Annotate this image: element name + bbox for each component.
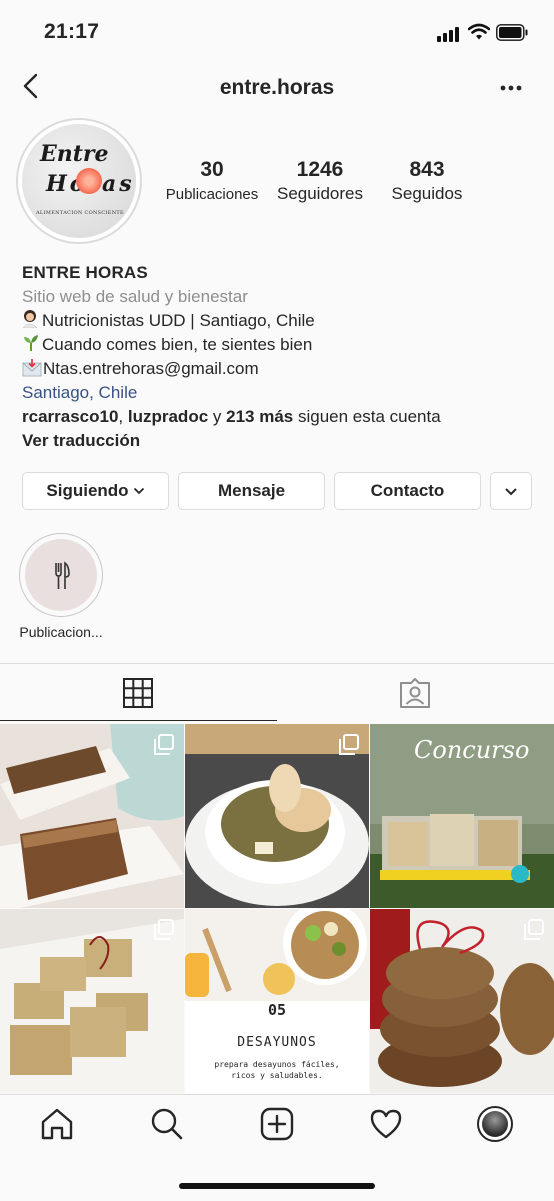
wifi-icon [468,23,490,40]
followers-and: y [208,407,227,426]
avatar-tagline: ALIMENTACION CONSCIENTE [35,210,125,216]
envelope-icon [22,359,42,377]
message-button[interactable]: Mensaje [178,472,325,510]
fork-knife-icon [55,561,70,589]
post-caption: prepara desayunos fáciles, ricos y salud… [214,1060,340,1080]
seedling-icon [24,335,38,351]
multi-photo-icon [154,919,174,940]
add-post-icon[interactable] [260,1107,294,1141]
grid-icon[interactable] [122,677,154,709]
more-icon[interactable] [499,78,523,98]
bio-line-3: Ntas.entrehoras@gmail.com [22,357,259,381]
contact-button[interactable]: Contacto [334,472,481,510]
post-image: Concurso [370,724,554,908]
grapefruit-image [76,168,102,194]
multi-photo-icon [524,919,544,940]
post-tile[interactable]: 05 DESAYUNOS prepara desayunos fáciles, … [185,909,369,1093]
stat-followers[interactable]: 1246 Seguidores [268,158,372,204]
bio-line-2: Cuando comes bien, te sientes bien [22,333,312,357]
story-highlight-label: Publicacion... [19,624,103,640]
woman-health-worker-icon [22,310,38,328]
post-title: DESAYUNOS [237,1035,317,1050]
followers-suffix: siguen esta cuenta [293,407,441,426]
post-tile[interactable] [185,724,369,908]
post-overlay-text: Concurso [414,736,529,764]
bio-line-1-text: Nutricionistas UDD | Santiago, Chile [42,311,315,330]
post-tile[interactable]: Concurso [370,724,554,908]
following-button-label: Siguiendo [46,481,129,500]
tagged-icon[interactable] [398,677,432,709]
see-translation-link[interactable]: Ver traducción [22,429,140,453]
followers-separator: , [118,407,128,426]
followers-more[interactable]: 213 más [226,407,293,426]
story-highlight-cover[interactable] [25,539,97,611]
following-button[interactable]: Siguiendo [22,472,169,510]
profile-name: ENTRE HORAS [22,263,148,282]
post-tile[interactable] [0,724,184,908]
chevron-down-icon [133,487,144,495]
stat-following-label: Seguidos [391,184,463,203]
followed-by-text[interactable]: rcarrasco10, luzpradoc y 213 más siguen … [22,405,441,429]
bio-email[interactable]: Ntas.entrehoras@gmail.com [43,359,259,378]
profile-tab-avatar[interactable] [477,1106,513,1142]
profile-category: Sitio web de salud y bienestar [22,287,248,306]
bio-line-1: Nutricionistas UDD | Santiago, Chile [22,309,315,333]
active-tab-indicator [0,720,277,721]
follower-user-1[interactable]: rcarrasco10 [22,407,118,426]
status-time: 21:17 [44,20,100,43]
home-icon[interactable] [40,1107,74,1141]
follower-user-2[interactable]: luzpradoc [128,407,208,426]
stat-posts-label: Publicaciones [165,186,259,203]
stat-posts[interactable]: 30 Publicaciones [160,158,264,203]
stat-posts-value: 30 [200,158,224,181]
message-button-label: Mensaje [217,481,286,500]
post-tile[interactable] [0,909,184,1093]
stat-followers-label: Seguidores [276,184,363,203]
contact-button-label: Contacto [370,481,445,500]
heart-icon[interactable] [369,1108,403,1140]
chevron-down-icon [505,487,517,495]
multi-photo-icon [339,734,359,755]
tabs-top-divider [0,663,554,664]
profile-icon [482,1111,508,1137]
multi-photo-icon [154,734,174,755]
avatar[interactable]: Entre Horas ALIMENTACION CONSCIENTE [22,124,136,238]
suggested-accounts-button[interactable] [490,472,532,510]
stat-following-value: 843 [409,158,445,181]
post-tile[interactable] [370,909,554,1093]
stat-followers-value: 1246 [296,158,344,181]
bio-line-2-text: Cuando comes bien, te sientes bien [42,335,313,354]
search-icon[interactable] [150,1107,184,1141]
post-number: 05 [267,1001,287,1019]
signal-icon [437,26,461,42]
bio-location-link[interactable]: Santiago, Chile [22,381,137,405]
profile-username: entre.horas [219,76,335,99]
battery-icon [496,24,528,41]
home-indicator [179,1183,375,1189]
stat-following[interactable]: 843 Seguidos [378,158,476,204]
